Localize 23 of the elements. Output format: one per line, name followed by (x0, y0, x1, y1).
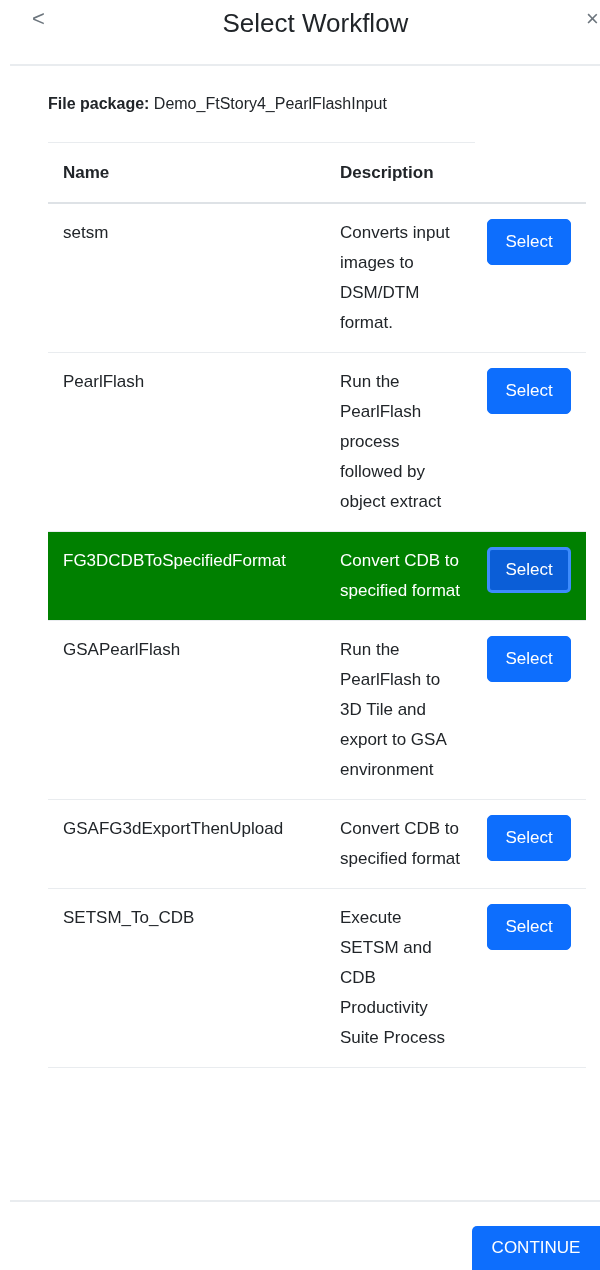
continue-button[interactable]: CONTINUE (472, 1226, 600, 1270)
file-package-text: File package: Demo_FtStory4_PearlFlashInput (48, 94, 388, 114)
select-button[interactable]: Select (487, 368, 571, 414)
workflow-name: setsm (48, 204, 325, 353)
select-button[interactable]: Select (487, 815, 571, 861)
column-header: Description (325, 142, 475, 204)
workflow-description: Converts input images to DSM/DTM format. (325, 204, 475, 353)
close-button[interactable]: × (586, 6, 600, 32)
back-button[interactable]: < (32, 6, 45, 32)
workflow-name: FG3DCDBToSpecifiedFormat (48, 532, 325, 621)
workflow-description: Convert CDB to specified format (325, 800, 475, 889)
workflow-name: GSAFG3dExportThenUpload (48, 800, 325, 889)
workflow-name: GSAPearlFlash (48, 621, 325, 800)
select-button[interactable]: Select (487, 636, 571, 682)
select-button[interactable]: Select (487, 547, 571, 593)
select-button[interactable]: Select (487, 904, 571, 950)
workflow-description: Execute SETSM and CDB Productivity Suite Process (325, 889, 475, 1068)
dialog-title: Select Workflow (222, 8, 409, 39)
column-header: Name (48, 142, 325, 204)
workflow-description: Run the PearlFlash to 3D Tile and export to GSA environment (325, 621, 475, 800)
select-button[interactable]: Select (487, 219, 571, 265)
workflow-description: Convert CDB to specified format (325, 532, 475, 621)
workflow-name: SETSM_To_CDB (48, 889, 325, 1068)
